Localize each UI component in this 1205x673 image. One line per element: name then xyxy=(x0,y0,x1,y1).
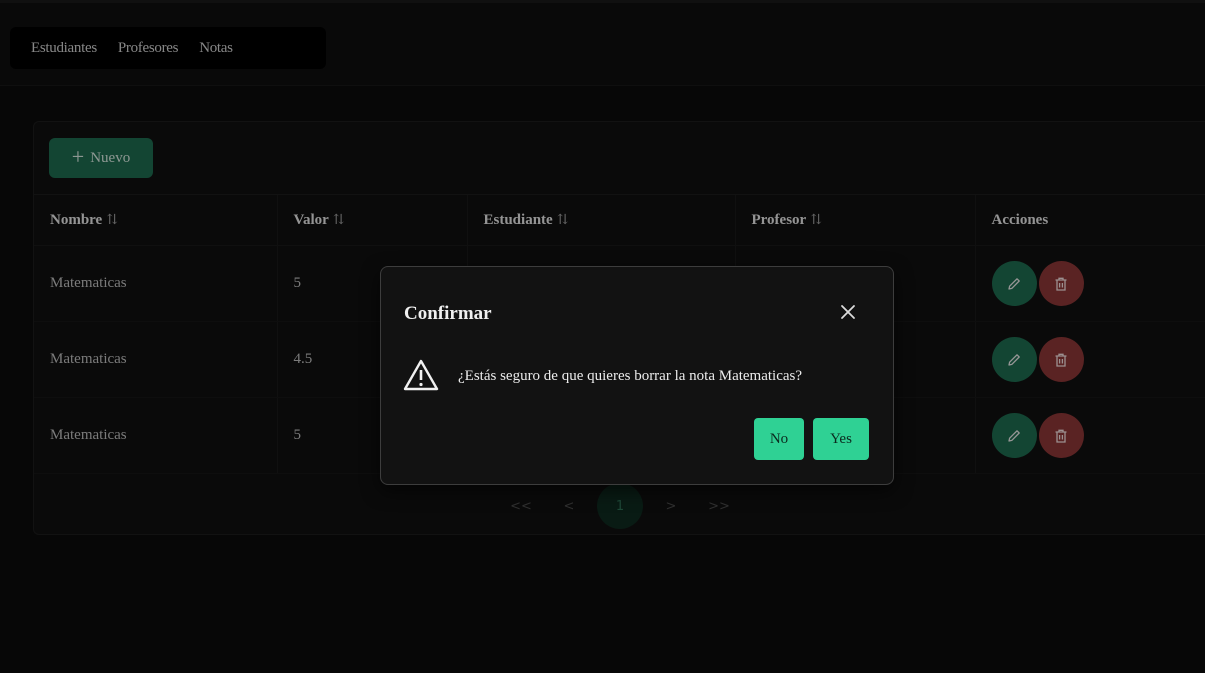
close-icon[interactable] xyxy=(839,303,857,321)
confirm-dialog: Confirmar ¿Estás seguro de que quieres b… xyxy=(380,266,894,485)
warning-icon xyxy=(403,359,439,391)
no-button[interactable]: No xyxy=(754,418,804,460)
dialog-title: Confirmar xyxy=(404,303,492,324)
yes-button[interactable]: Yes xyxy=(813,418,869,460)
dialog-message: ¿Estás seguro de que quieres borrar la n… xyxy=(458,368,803,384)
